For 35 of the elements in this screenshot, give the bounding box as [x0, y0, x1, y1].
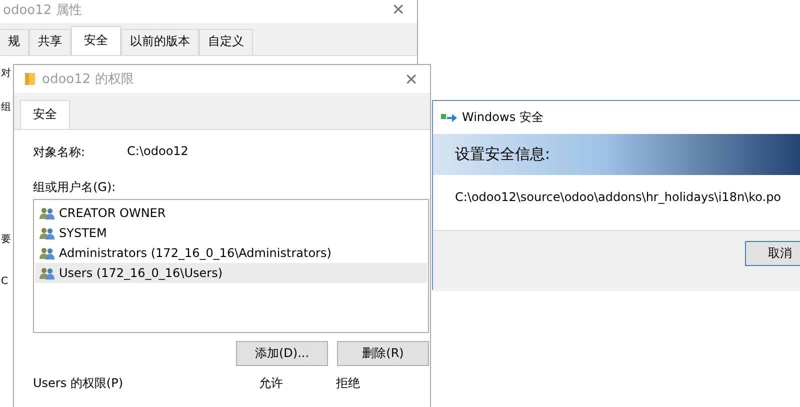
- cancel-button[interactable]: 取消: [745, 241, 800, 266]
- label-fragment: 组: [1, 101, 11, 114]
- label-fragment: 对: [1, 66, 11, 80]
- users-icon: [39, 206, 55, 220]
- tab[interactable]: 自定义: [199, 29, 253, 55]
- user-item[interactable]: CREATOR OWNER: [35, 203, 427, 223]
- dialog-heading: 设置安全信息:: [455, 145, 550, 164]
- object-path: C:\odoo12: [127, 144, 188, 160]
- close-icon[interactable]: ✕: [392, 0, 405, 19]
- folder-icon: [24, 72, 36, 86]
- shield-arrow-icon: [441, 112, 457, 122]
- label-fragment: C: [1, 276, 8, 287]
- user-item[interactable]: SYSTEM: [35, 223, 427, 243]
- users-icon: [39, 266, 55, 280]
- tab[interactable]: 安全: [20, 100, 70, 129]
- column-header: 允许: [259, 376, 284, 390]
- user-item[interactable]: Users (172_16_0_16\Users): [35, 263, 427, 283]
- window-title: Windows 安全: [462, 109, 544, 126]
- tab[interactable]: 共享: [29, 29, 71, 55]
- list-label: 组或用户名(G):: [33, 179, 117, 196]
- file-path: C:\odoo12\source\odoo\addons\hr_holidays\i18n\ko.po: [455, 190, 782, 204]
- user-item[interactable]: Administrators (172_16_0_16\Administrators): [35, 243, 427, 263]
- tab[interactable]: 规: [0, 29, 29, 55]
- permissions-label: Users 的权限(P): [33, 376, 124, 390]
- action-button[interactable]: 删除(R): [337, 341, 429, 366]
- users-icon: [39, 246, 55, 260]
- window-title: odoo12 属性: [3, 2, 82, 19]
- label-fragment: 要: [1, 233, 11, 246]
- window-title: odoo12 的权限: [42, 71, 135, 88]
- users-icon: [39, 226, 55, 240]
- action-button[interactable]: 添加(D)...: [236, 341, 328, 366]
- tab[interactable]: 安全: [71, 26, 121, 55]
- tab[interactable]: 以前的版本: [121, 29, 199, 55]
- column-header: 拒绝: [336, 376, 361, 390]
- object-label: 对象名称:: [33, 144, 86, 161]
